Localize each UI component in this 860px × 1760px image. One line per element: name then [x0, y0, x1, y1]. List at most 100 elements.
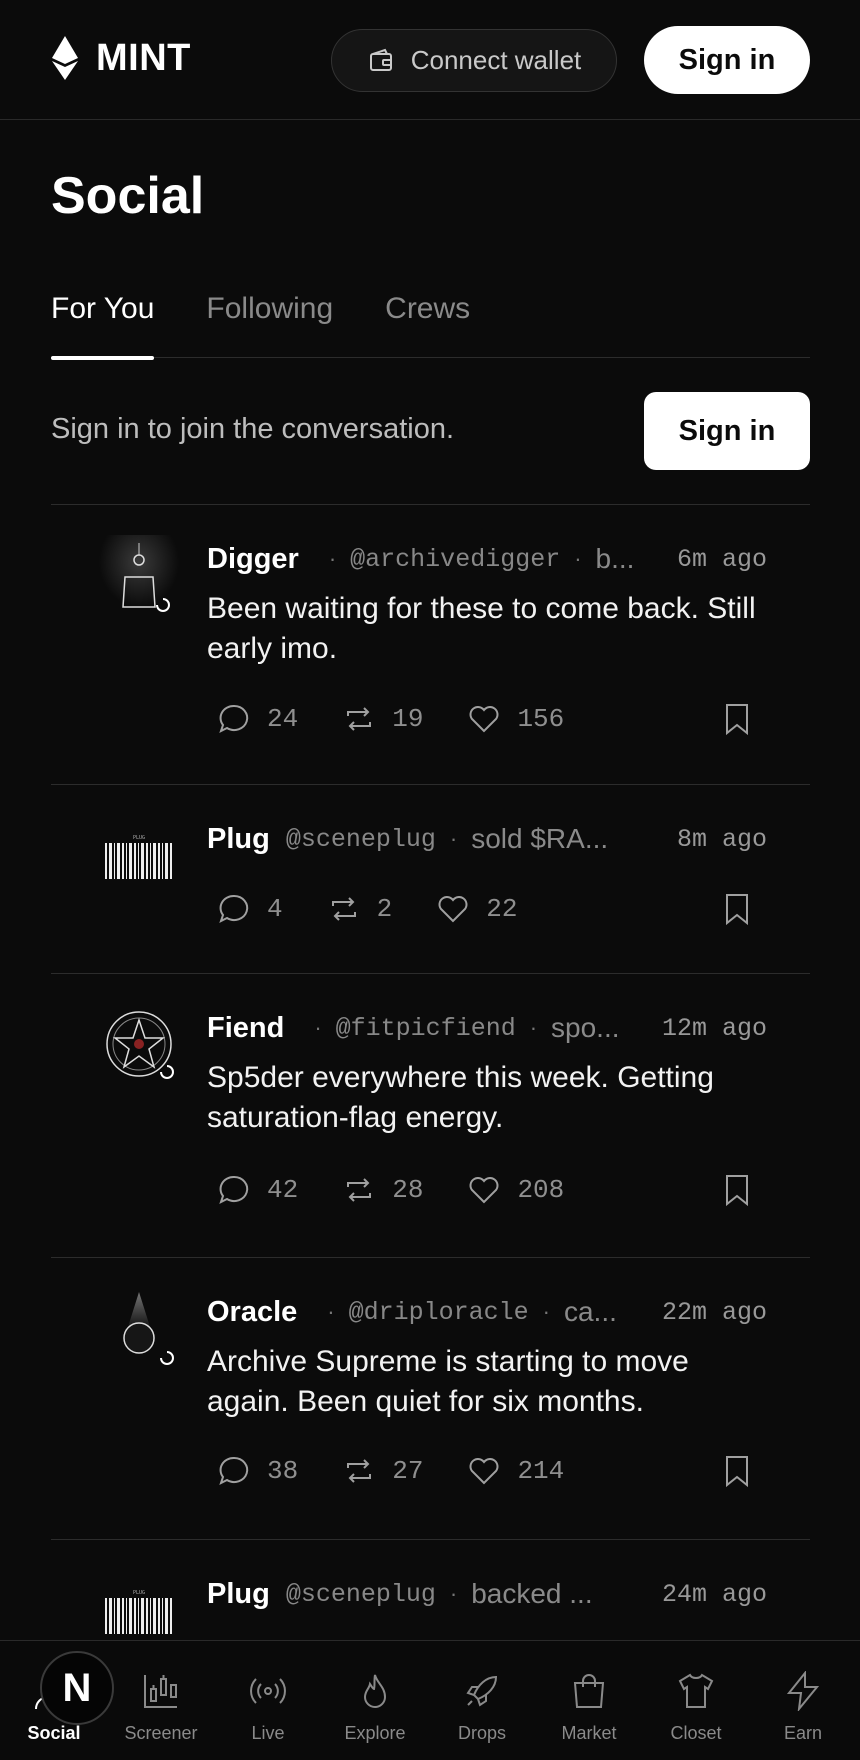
app-badge[interactable]: N [40, 1651, 114, 1725]
heart-icon [438, 896, 468, 923]
comment-count: 38 [267, 1456, 299, 1486]
wallet-icon [369, 48, 392, 71]
like-button[interactable]: 22 [436, 892, 517, 926]
tab-for-you[interactable]: For You [51, 280, 155, 360]
repost-count: 28 [392, 1175, 424, 1205]
comment-button[interactable]: 24 [217, 702, 298, 736]
post-author-handle[interactable]: @sceneplug [286, 825, 436, 854]
bolt-icon [786, 1671, 820, 1711]
repost-button[interactable]: 28 [342, 1173, 423, 1207]
like-button[interactable]: 208 [467, 1173, 564, 1207]
nav-label: Earn [783, 1723, 823, 1743]
bookmark-icon [726, 1175, 748, 1207]
avatar[interactable] [99, 1288, 179, 1378]
bookmark-button[interactable] [722, 702, 752, 736]
post-activity: sold $RA... [471, 823, 609, 854]
nav-label: Screener [124, 1723, 198, 1743]
tab-crews[interactable]: Crews [385, 280, 470, 358]
screener-icon [144, 1675, 177, 1708]
repost-icon [331, 897, 356, 921]
repost-icon [347, 1459, 372, 1483]
tab-following[interactable]: Following [206, 280, 333, 358]
repost-button[interactable]: 2 [327, 892, 392, 926]
nav-label: Explore [344, 1723, 406, 1743]
like-count: 156 [517, 704, 565, 734]
repost-icon [347, 707, 372, 731]
nav-item-screener[interactable]: Screener [111, 1641, 211, 1760]
repost-button[interactable]: 19 [342, 702, 423, 736]
post-header: Oracle · @driploracle · ca... 22m ago [207, 1290, 767, 1334]
bookmark-button[interactable] [722, 892, 752, 926]
separator-dot: · [328, 546, 337, 571]
bookmark-icon [726, 704, 748, 736]
feed-post[interactable]: Digger · @archivedigger · b... 6m ago Be… [51, 505, 810, 785]
like-button[interactable]: 214 [467, 1454, 564, 1488]
avatar[interactable]: PLUG [99, 815, 179, 905]
barcode-avatar-icon: PLUG [105, 1590, 172, 1634]
comment-button[interactable]: 38 [217, 1454, 298, 1488]
post-actions: 38 27 214 [217, 1451, 608, 1491]
nav-item-market[interactable]: Market [539, 1641, 639, 1760]
post-author-handle[interactable]: @fitpicfiend [336, 1014, 516, 1043]
avatar[interactable] [99, 535, 179, 625]
post-author-handle[interactable]: @archivedigger [350, 545, 560, 574]
nav-item-explore[interactable]: Explore [325, 1641, 425, 1760]
comment-button[interactable]: 4 [217, 892, 283, 926]
heart-icon [469, 1458, 499, 1485]
feed-post[interactable]: Fiend · @fitpicfiend · spo... 12m ago Sp… [51, 974, 810, 1258]
post-author-name[interactable]: Digger [207, 543, 299, 576]
page-title: Social [51, 167, 205, 225]
separator-dot: · [542, 1299, 550, 1324]
like-button[interactable]: 156 [467, 702, 564, 736]
post-author-name[interactable]: Fiend [207, 1012, 284, 1045]
like-count: 208 [517, 1175, 565, 1205]
post-timestamp: 8m ago [676, 824, 767, 854]
sign-in-prompt: Sign in to join the conversation. Sign i… [51, 358, 810, 505]
header-sign-in-button[interactable]: Sign in [644, 26, 810, 94]
post-author-handle[interactable]: @sceneplug [286, 1580, 436, 1609]
like-count: 214 [517, 1456, 565, 1486]
comment-icon [219, 704, 249, 733]
feed-tabs: For You Following Crews [51, 280, 810, 360]
bookmark-button[interactable] [722, 1454, 752, 1488]
app-header: MINT Connect wallet Sign in [0, 0, 860, 120]
post-timestamp: 22m ago [661, 1297, 767, 1327]
bookmark-button[interactable] [722, 1173, 752, 1207]
separator-dot: · [449, 1581, 458, 1606]
separator-dot: · [574, 546, 582, 571]
post-author-name[interactable]: Oracle [207, 1296, 297, 1329]
nav-item-drops[interactable]: Drops [432, 1641, 532, 1760]
post-body: Been waiting for these to come back. Sti… [207, 592, 756, 665]
post-actions: 4 2 22 [217, 889, 561, 929]
barcode-avatar-icon: PLUG [105, 835, 172, 879]
post-header: Fiend · @fitpicfiend · spo... 12m ago [207, 1006, 767, 1050]
repost-count: 19 [392, 704, 424, 734]
feed-post[interactable]: PLUG Plug @sceneplug · backed ... 24m ag… [51, 1540, 810, 1640]
feed-post[interactable]: PLUG Plug @sceneplug · sold $RA... 8m ag… [51, 785, 810, 974]
post-body: Sp5der everywhere this week. Getting sat… [207, 1061, 714, 1134]
avatar[interactable] [99, 1004, 179, 1094]
repost-icon [347, 1178, 372, 1202]
comment-button[interactable]: 42 [217, 1173, 298, 1207]
logo[interactable]: MINT [52, 36, 191, 80]
comment-icon [219, 1175, 249, 1204]
repost-button[interactable]: 27 [342, 1454, 423, 1488]
feed-post[interactable]: Oracle · @driploracle · ca... 22m ago Ar… [51, 1258, 810, 1540]
post-author-handle[interactable]: @driploracle [349, 1298, 529, 1327]
rocket-icon [466, 1675, 498, 1707]
avatar[interactable]: PLUG [99, 1570, 179, 1640]
nav-item-earn[interactable]: Earn [753, 1641, 853, 1760]
prompt-sign-in-button[interactable]: Sign in [644, 392, 810, 470]
comment-icon [219, 1456, 249, 1485]
nav-label: Closet [670, 1723, 722, 1743]
post-timestamp: 6m ago [676, 544, 767, 574]
connect-wallet-button[interactable]: Connect wallet [331, 29, 617, 92]
nav-item-social[interactable]: N Social [4, 1641, 114, 1760]
nav-label: Live [251, 1723, 285, 1743]
post-body: Archive Supreme is starting to move agai… [207, 1345, 689, 1418]
connect-wallet-label: Connect wallet [410, 45, 582, 75]
post-author-name[interactable]: Plug [207, 1578, 270, 1611]
nav-item-live[interactable]: Live [218, 1641, 318, 1760]
nav-item-closet[interactable]: Closet [646, 1641, 746, 1760]
post-author-name[interactable]: Plug [207, 823, 270, 856]
